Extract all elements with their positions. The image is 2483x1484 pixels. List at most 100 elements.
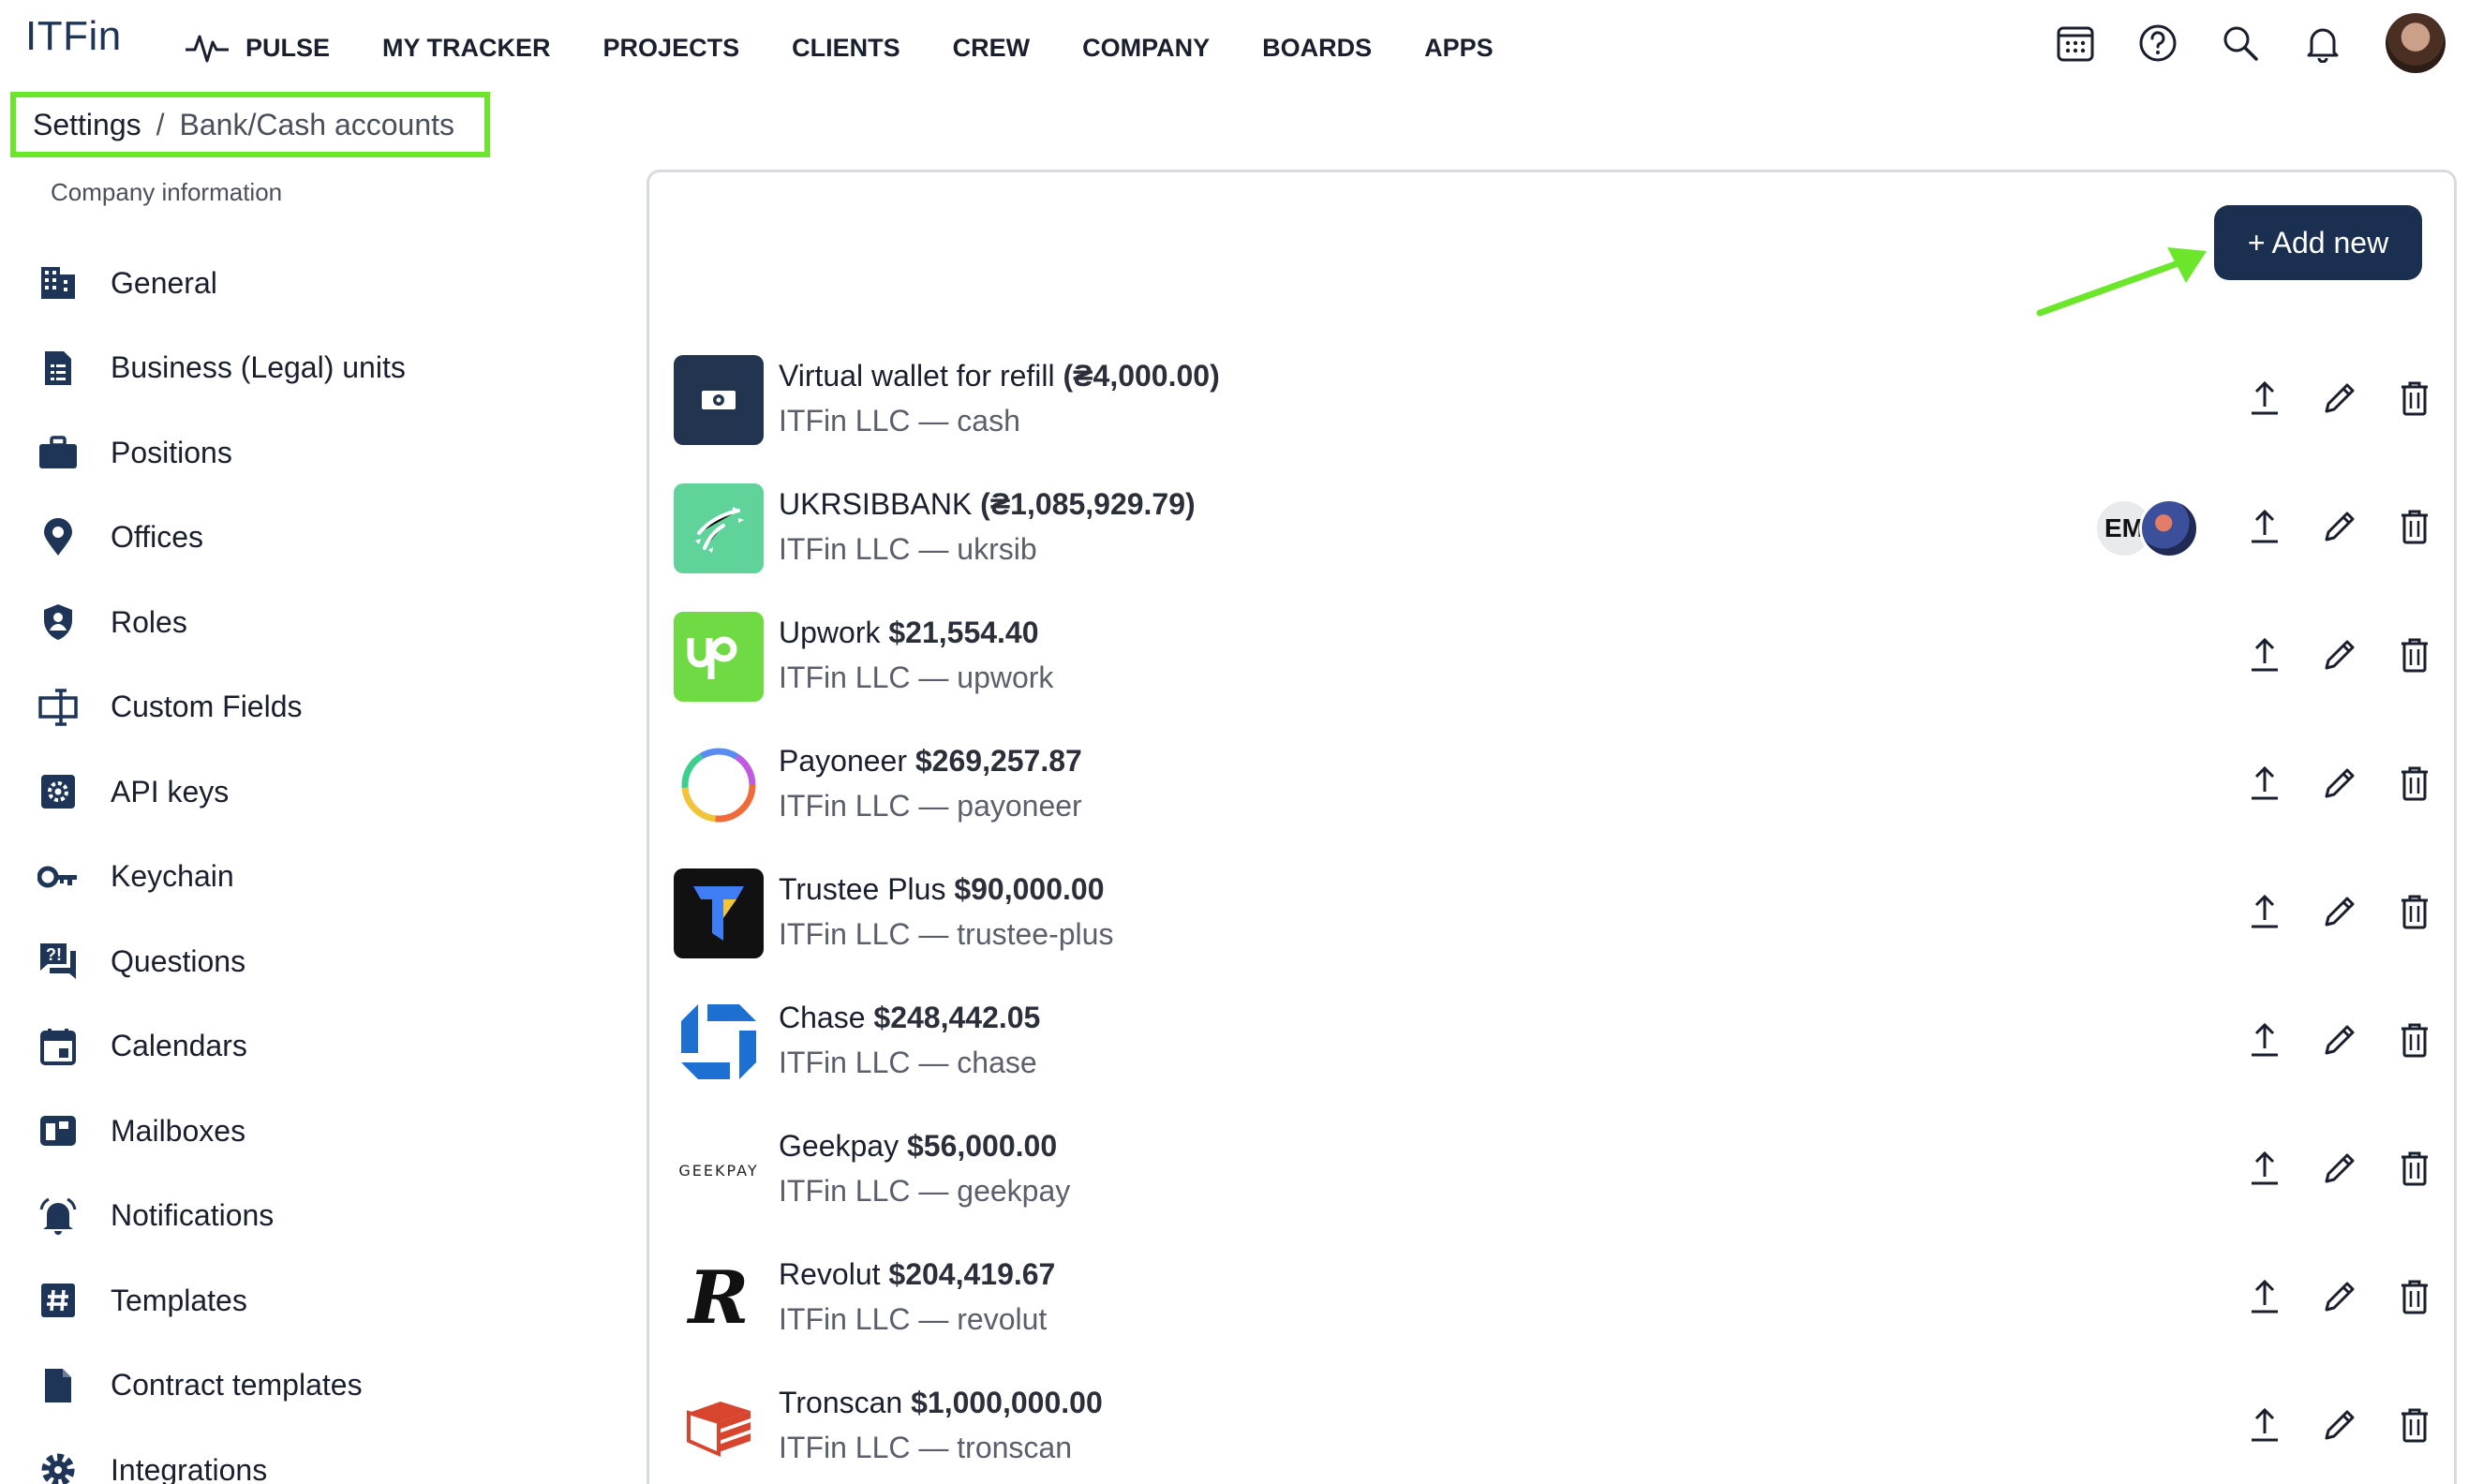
sidebar-item-general[interactable]: General bbox=[0, 241, 637, 326]
add-new-button[interactable]: + Add new bbox=[2214, 205, 2422, 280]
account-title: Upwork $21,554.40 bbox=[779, 616, 1039, 650]
location-pin-icon bbox=[37, 517, 79, 558]
account-amount: $90,000.00 bbox=[954, 872, 1105, 906]
account-row[interactable]: GEEKPAY Geekpay $56,000.00 ITFin LLC — g… bbox=[649, 1114, 2454, 1242]
edit-pencil-icon[interactable] bbox=[2319, 1276, 2360, 1317]
sidebar-section-title: Company information bbox=[51, 178, 283, 206]
accounts-list: Virtual wallet for refill (₴4,000.00) IT… bbox=[649, 344, 2454, 1484]
nav-company[interactable]: COMPANY bbox=[1082, 34, 1210, 63]
account-amount: $269,257.87 bbox=[914, 744, 1082, 778]
account-row[interactable]: Tronscan $1,000,000.00 ITFin LLC — trons… bbox=[649, 1371, 2454, 1484]
edit-pencil-icon[interactable] bbox=[2319, 1148, 2360, 1189]
row-actions bbox=[2210, 891, 2435, 932]
app-logo[interactable]: ITFin bbox=[25, 13, 122, 60]
delete-trash-icon[interactable] bbox=[2394, 378, 2435, 419]
row-actions bbox=[2210, 506, 2435, 547]
sidebar-item-api-keys[interactable]: API keys bbox=[0, 749, 637, 835]
edit-pencil-icon[interactable] bbox=[2319, 891, 2360, 932]
edit-pencil-icon[interactable] bbox=[2319, 1019, 2360, 1061]
delete-trash-icon[interactable] bbox=[2394, 506, 2435, 547]
nav-crew[interactable]: CREW bbox=[953, 34, 1031, 63]
sidebar-item-label: Mailboxes bbox=[111, 1113, 246, 1148]
upload-icon[interactable] bbox=[2244, 378, 2285, 419]
mailbox-icon bbox=[37, 1110, 79, 1151]
sidebar-item-contract-templates[interactable]: Contract templates bbox=[0, 1343, 637, 1429]
account-row[interactable]: UKRSIBBANK (₴1,085,929.79) ITFin LLC — u… bbox=[649, 472, 2454, 601]
upload-icon[interactable] bbox=[2244, 763, 2285, 804]
account-subtitle: ITFin LLC — trustee-plus bbox=[779, 917, 1114, 951]
sidebar-item-label: General bbox=[111, 265, 217, 300]
nav-pulse[interactable]: PULSE bbox=[184, 29, 330, 67]
account-row[interactable]: Upwork $21,554.40 ITFin LLC — upwork bbox=[649, 601, 2454, 729]
help-icon[interactable] bbox=[2136, 22, 2179, 65]
account-row[interactable]: Virtual wallet for refill (₴4,000.00) IT… bbox=[649, 344, 2454, 472]
pulse-icon bbox=[186, 35, 229, 63]
sidebar-item-custom-fields[interactable]: Custom Fields bbox=[0, 665, 637, 750]
sidebar-item-label: Business (Legal) units bbox=[111, 350, 406, 385]
annotation-arrow-icon bbox=[2036, 247, 2207, 317]
sidebar-item-positions[interactable]: Positions bbox=[0, 410, 637, 496]
nav-my-tracker[interactable]: MY TRACKER bbox=[382, 34, 551, 63]
member-avatar[interactable] bbox=[2139, 498, 2199, 558]
sidebar-item-integrations[interactable]: Integrations bbox=[0, 1428, 637, 1484]
account-subtitle: ITFin LLC — chase bbox=[779, 1046, 1037, 1079]
nav-boards[interactable]: BOARDS bbox=[1262, 34, 1372, 63]
edit-pencil-icon[interactable] bbox=[2319, 378, 2360, 419]
sidebar-item-label: Offices bbox=[111, 520, 203, 555]
top-navigation: ITFin PULSE MY TRACKER PROJECTS CLIENTS … bbox=[0, 0, 2483, 97]
sidebar-item-questions[interactable]: ?! Questions bbox=[0, 919, 637, 1004]
edit-pencil-icon[interactable] bbox=[2319, 634, 2360, 675]
bell-icon[interactable] bbox=[2301, 22, 2344, 65]
account-name: Payoneer bbox=[779, 744, 907, 778]
edit-pencil-icon[interactable] bbox=[2319, 506, 2360, 547]
sidebar-item-mailboxes[interactable]: Mailboxes bbox=[0, 1089, 637, 1174]
sidebar-item-notifications[interactable]: Notifications bbox=[0, 1174, 637, 1259]
delete-trash-icon[interactable] bbox=[2394, 1276, 2435, 1317]
upload-icon[interactable] bbox=[2244, 1019, 2285, 1061]
sidebar-item-offices[interactable]: Offices bbox=[0, 496, 637, 581]
account-row[interactable]: Trustee Plus $90,000.00 ITFin LLC — trus… bbox=[649, 857, 2454, 986]
tronscan-logo-icon bbox=[674, 1382, 764, 1472]
account-row[interactable]: Chase $248,442.05 ITFin LLC — chase bbox=[649, 986, 2454, 1114]
upload-icon[interactable] bbox=[2244, 634, 2285, 675]
upload-icon[interactable] bbox=[2244, 506, 2285, 547]
settings-icon bbox=[37, 1449, 79, 1484]
sidebar-item-label: Keychain bbox=[111, 859, 234, 894]
file-icon bbox=[37, 1365, 79, 1406]
edit-pencil-icon[interactable] bbox=[2319, 763, 2360, 804]
delete-trash-icon[interactable] bbox=[2394, 1148, 2435, 1189]
sidebar-item-keychain[interactable]: Keychain bbox=[0, 835, 637, 920]
nav-clients[interactable]: CLIENTS bbox=[792, 34, 900, 63]
calendar-icon bbox=[37, 1026, 79, 1067]
sidebar-item-label: Custom Fields bbox=[111, 690, 303, 724]
account-subtitle: ITFin LLC — geekpay bbox=[779, 1174, 1071, 1208]
user-avatar[interactable] bbox=[2386, 13, 2446, 73]
delete-trash-icon[interactable] bbox=[2394, 634, 2435, 675]
breadcrumb-settings[interactable]: Settings bbox=[33, 108, 141, 142]
edit-pencil-icon[interactable] bbox=[2319, 1404, 2360, 1446]
sidebar-item-business-units[interactable]: Business (Legal) units bbox=[0, 326, 637, 411]
nav-projects[interactable]: PROJECTS bbox=[603, 34, 740, 63]
delete-trash-icon[interactable] bbox=[2394, 891, 2435, 932]
delete-trash-icon[interactable] bbox=[2394, 763, 2435, 804]
upload-icon[interactable] bbox=[2244, 1276, 2285, 1317]
delete-trash-icon[interactable] bbox=[2394, 1019, 2435, 1061]
key-icon bbox=[37, 856, 79, 898]
sidebar-item-templates[interactable]: Templates bbox=[0, 1258, 637, 1343]
upload-icon[interactable] bbox=[2244, 891, 2285, 932]
account-row[interactable]: Payoneer $269,257.87 ITFin LLC — payonee… bbox=[649, 729, 2454, 857]
upload-icon[interactable] bbox=[2244, 1404, 2285, 1446]
main-nav: PULSE MY TRACKER PROJECTS CLIENTS CREW C… bbox=[184, 32, 1546, 64]
delete-trash-icon[interactable] bbox=[2394, 1404, 2435, 1446]
sidebar-item-calendars[interactable]: Calendars bbox=[0, 1004, 637, 1090]
account-subtitle: ITFin LLC — revolut bbox=[779, 1302, 1048, 1336]
geekpay-logo-icon: GEEKPAY bbox=[674, 1125, 764, 1215]
row-actions bbox=[2210, 763, 2435, 804]
row-actions bbox=[2210, 1019, 2435, 1061]
search-icon[interactable] bbox=[2219, 22, 2262, 65]
account-row[interactable]: R Revolut $204,419.67 ITFin LLC — revolu… bbox=[649, 1242, 2454, 1371]
sidebar-item-roles[interactable]: Roles bbox=[0, 580, 637, 665]
calendar-grid-icon[interactable] bbox=[2054, 22, 2097, 65]
nav-apps[interactable]: APPS bbox=[1424, 34, 1494, 63]
upload-icon[interactable] bbox=[2244, 1148, 2285, 1189]
